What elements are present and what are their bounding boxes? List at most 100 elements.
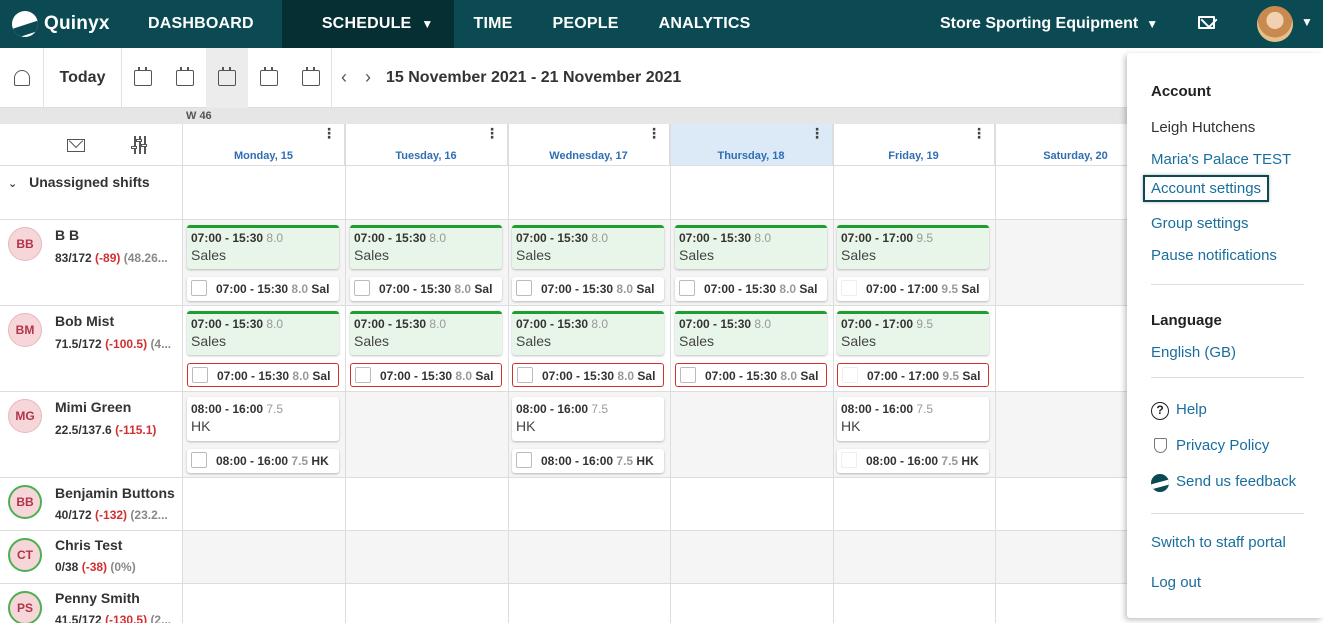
shift-summary[interactable]: 07:00 - 17:00 9.5 Sal xyxy=(837,363,989,387)
shift-checkbox[interactable] xyxy=(191,280,207,296)
nav-analytics[interactable]: ANALYTICS xyxy=(639,0,771,48)
view-single-button[interactable] xyxy=(164,48,206,108)
shift-summary[interactable]: 08:00 - 16:00 7.5 HK xyxy=(187,449,339,473)
day-header-friday[interactable]: ⋮ Friday, 19 xyxy=(833,124,995,166)
nav-people[interactable]: PEOPLE xyxy=(533,0,639,48)
shift-checkbox[interactable] xyxy=(516,452,532,468)
shift-card[interactable]: 07:00 - 15:30 8.0 Sales xyxy=(187,311,339,355)
day-name: Wednesday, 17 xyxy=(549,150,628,162)
shift-card[interactable]: 07:00 - 15:30 8.0 Sales xyxy=(675,311,827,355)
shift-card[interactable]: 07:00 - 17:00 9.5 Sales xyxy=(837,225,989,269)
filter-sliders-icon[interactable] xyxy=(131,136,149,154)
shift-summary[interactable]: 07:00 - 15:30 8.0 Sal xyxy=(675,363,827,387)
shift-summary[interactable]: 07:00 - 15:30 8.0 Sal xyxy=(187,277,339,301)
account-settings-link[interactable]: Account settings xyxy=(1143,175,1270,202)
date-range-label: 15 November 2021 - 21 November 2021 xyxy=(386,68,682,86)
unassigned-shifts-toggle[interactable]: ⌄ Unassigned shifts xyxy=(0,166,183,220)
shift-summary[interactable]: 07:00 - 15:30 8.0 Sal xyxy=(675,277,827,301)
privacy-policy-link[interactable]: Privacy Policy xyxy=(1176,437,1269,454)
shift-card[interactable]: 07:00 - 15:30 8.0 Sales xyxy=(187,225,339,269)
language-link[interactable]: English (GB) xyxy=(1151,344,1236,361)
send-feedback-link[interactable]: Send us feedback xyxy=(1176,473,1296,490)
more-options-icon[interactable]: ⋮ xyxy=(647,126,661,140)
view-week-button[interactable] xyxy=(206,47,248,108)
shift-card[interactable]: 07:00 - 17:00 9.5 Sales xyxy=(837,311,989,355)
shift-checkbox[interactable] xyxy=(841,280,857,296)
switch-staff-portal-link[interactable]: Switch to staff portal xyxy=(1151,534,1286,551)
employee-info[interactable]: PS Penny Smith 41.5/172 (-130.5) (2... xyxy=(0,584,183,623)
chevron-down-icon: ▼ xyxy=(421,17,434,31)
day-header-tuesday[interactable]: ⋮ Tuesday, 16 xyxy=(345,124,508,166)
chevron-right-icon[interactable]: › xyxy=(356,67,380,88)
today-button[interactable]: Today xyxy=(44,47,122,108)
envelope-icon[interactable] xyxy=(67,139,85,152)
shift-checkbox[interactable] xyxy=(354,280,370,296)
more-options-icon[interactable]: ⋮ xyxy=(810,126,824,140)
unassigned-row xyxy=(0,166,1323,220)
employee-hours: 71.5/172 (-100.5) (4... xyxy=(55,337,172,351)
shift-summary[interactable]: 07:00 - 15:30 8.0 Sal xyxy=(350,277,502,301)
shift-checkbox[interactable] xyxy=(680,367,696,383)
employee-info[interactable]: BB Benjamin Buttons 40/172 (-132) (23.2.… xyxy=(0,478,183,530)
day-name: Thursday, 18 xyxy=(717,150,785,162)
day-header-wednesday[interactable]: ⋮ Wednesday, 17 xyxy=(508,124,670,166)
employee-name: Chris Test xyxy=(55,537,123,553)
account-menu: Account Leigh Hutchens Maria's Palace TE… xyxy=(1127,53,1323,618)
more-options-icon[interactable]: ⋮ xyxy=(322,126,336,140)
more-options-icon[interactable]: ⋮ xyxy=(485,126,499,140)
employee-info[interactable]: BM Bob Mist 71.5/172 (-100.5) (4... xyxy=(0,306,183,391)
employee-info[interactable]: BB B B 83/172 (-89) (48.26... xyxy=(0,220,183,305)
shift-summary[interactable]: 08:00 - 16:00 7.5 HK xyxy=(837,449,989,473)
employee-info[interactable]: MG Mimi Green 22.5/137.6 (-115.1) xyxy=(0,392,183,477)
chevron-left-icon[interactable]: ‹ xyxy=(332,67,356,88)
employee-info[interactable]: CT Chris Test 0/38 (-38) (0%) xyxy=(0,531,183,583)
shift-summary[interactable]: 07:00 - 15:30 8.0 Sal xyxy=(512,277,664,301)
mail-icon[interactable] xyxy=(1198,16,1215,29)
shift-checkbox[interactable] xyxy=(191,452,207,468)
shift-summary[interactable]: 08:00 - 16:00 7.5 HK xyxy=(512,449,664,473)
shift-card[interactable]: 07:00 - 15:30 8.0 Sales xyxy=(512,225,664,269)
shift-card[interactable]: 08:00 - 16:00 7.5 HK xyxy=(837,397,989,441)
help-icon: ? xyxy=(1151,402,1169,420)
view-custom-button[interactable] xyxy=(290,47,332,108)
shift-card[interactable]: 07:00 - 15:30 8.0 Sales xyxy=(675,225,827,269)
pause-notifications-link[interactable]: Pause notifications xyxy=(1151,247,1277,264)
shift-checkbox[interactable] xyxy=(355,367,371,383)
shift-checkbox[interactable] xyxy=(192,367,208,383)
notifications-button[interactable] xyxy=(0,47,44,108)
shift-checkbox[interactable] xyxy=(516,280,532,296)
shift-card[interactable]: 07:00 - 15:30 8.0 Sales xyxy=(350,225,502,269)
shift-summary[interactable]: 07:00 - 15:30 8.0 Sal xyxy=(512,363,664,387)
view-month-button[interactable] xyxy=(248,48,290,108)
nav-schedule[interactable]: SCHEDULE ▼ xyxy=(281,0,454,48)
shift-summary[interactable]: 07:00 - 15:30 8.0 Sal xyxy=(187,363,339,387)
shift-summary[interactable]: 07:00 - 15:30 8.0 Sal xyxy=(350,363,502,387)
shift-card[interactable]: 07:00 - 15:30 8.0 Sales xyxy=(350,311,502,355)
more-options-icon[interactable]: ⋮ xyxy=(972,126,986,140)
organization-link[interactable]: Maria's Palace TEST xyxy=(1151,151,1291,168)
shift-card[interactable]: 08:00 - 16:00 7.5 HK xyxy=(512,397,664,441)
avatar: BM xyxy=(8,313,42,347)
group-settings-link[interactable]: Group settings xyxy=(1151,215,1249,232)
shift-card[interactable]: 07:00 - 15:30 8.0 Sales xyxy=(512,311,664,355)
store-selector[interactable]: Store Sporting Equipment ▼ xyxy=(940,0,1158,48)
help-link[interactable]: Help xyxy=(1176,401,1207,418)
day-header-monday[interactable]: ⋮ Monday, 15 xyxy=(183,124,345,166)
quinyx-logo[interactable]: Quinyx xyxy=(0,0,128,48)
day-header-thursday[interactable]: ⋮ Thursday, 18 xyxy=(670,124,833,166)
user-avatar[interactable] xyxy=(1257,6,1293,42)
shift-checkbox[interactable] xyxy=(842,367,858,383)
shift-checkbox[interactable] xyxy=(679,280,695,296)
shift-checkbox[interactable] xyxy=(841,452,857,468)
shift-checkbox[interactable] xyxy=(517,367,533,383)
shift-summary[interactable]: 07:00 - 17:00 9.5 Sal xyxy=(837,277,989,301)
chevron-down-icon[interactable]: ▼ xyxy=(1301,15,1313,29)
nav-time[interactable]: TIME xyxy=(454,0,533,48)
employee-column-header xyxy=(0,124,183,166)
day-name: Tuesday, 16 xyxy=(395,150,457,162)
logout-link[interactable]: Log out xyxy=(1151,574,1201,591)
view-day-button[interactable] xyxy=(122,48,164,108)
employee-hours: 40/172 (-132) (23.2... xyxy=(55,508,168,522)
shift-card[interactable]: 08:00 - 16:00 7.5 HK xyxy=(187,397,339,441)
nav-dashboard[interactable]: DASHBOARD xyxy=(128,0,274,48)
